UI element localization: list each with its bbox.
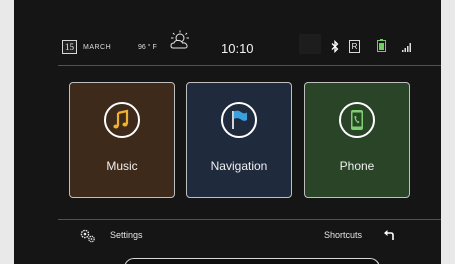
weather-partly-cloudy-icon	[170, 30, 189, 49]
phone-icon	[339, 102, 375, 138]
shortcuts-button[interactable]: Shortcuts	[324, 228, 414, 244]
device-frame-right	[441, 0, 455, 264]
flag-icon	[221, 102, 257, 138]
battery-icon	[377, 39, 386, 52]
temperature: 96 ° F	[138, 44, 157, 51]
roaming-icon: R	[349, 40, 360, 53]
shortcuts-label: Shortcuts	[324, 230, 363, 240]
music-note-icon	[104, 102, 140, 138]
status-placeholder	[299, 34, 321, 54]
infotainment-screen: 15 MARCH 96 ° F 10:10 R Music Navigation…	[14, 0, 441, 264]
calendar-icon: 15	[62, 40, 77, 54]
device-frame-left	[0, 0, 14, 264]
status-divider	[58, 65, 441, 66]
settings-button[interactable]: Settings	[80, 228, 160, 244]
tile-music[interactable]: Music	[69, 82, 175, 198]
clock-time: 10:10	[221, 41, 254, 56]
tile-phone-label: Phone	[339, 159, 375, 173]
tile-phone[interactable]: Phone	[304, 82, 410, 198]
bottom-panel-edge	[124, 258, 380, 264]
tile-music-label: Music	[106, 159, 138, 173]
tile-navigation-label: Navigation	[210, 159, 268, 173]
signal-icon	[402, 43, 411, 52]
bluetooth-icon	[331, 40, 339, 53]
status-bar: 15 MARCH 96 ° F 10:10 R	[14, 0, 441, 66]
return-arrow-icon	[384, 230, 394, 240]
settings-label: Settings	[110, 230, 143, 240]
tile-navigation[interactable]: Navigation	[186, 82, 292, 198]
gear-icon	[80, 229, 95, 243]
date-day: 15	[65, 42, 74, 52]
roaming-indicator: R	[351, 42, 358, 51]
bottom-divider	[58, 219, 441, 220]
date-month: MARCH	[83, 44, 112, 51]
